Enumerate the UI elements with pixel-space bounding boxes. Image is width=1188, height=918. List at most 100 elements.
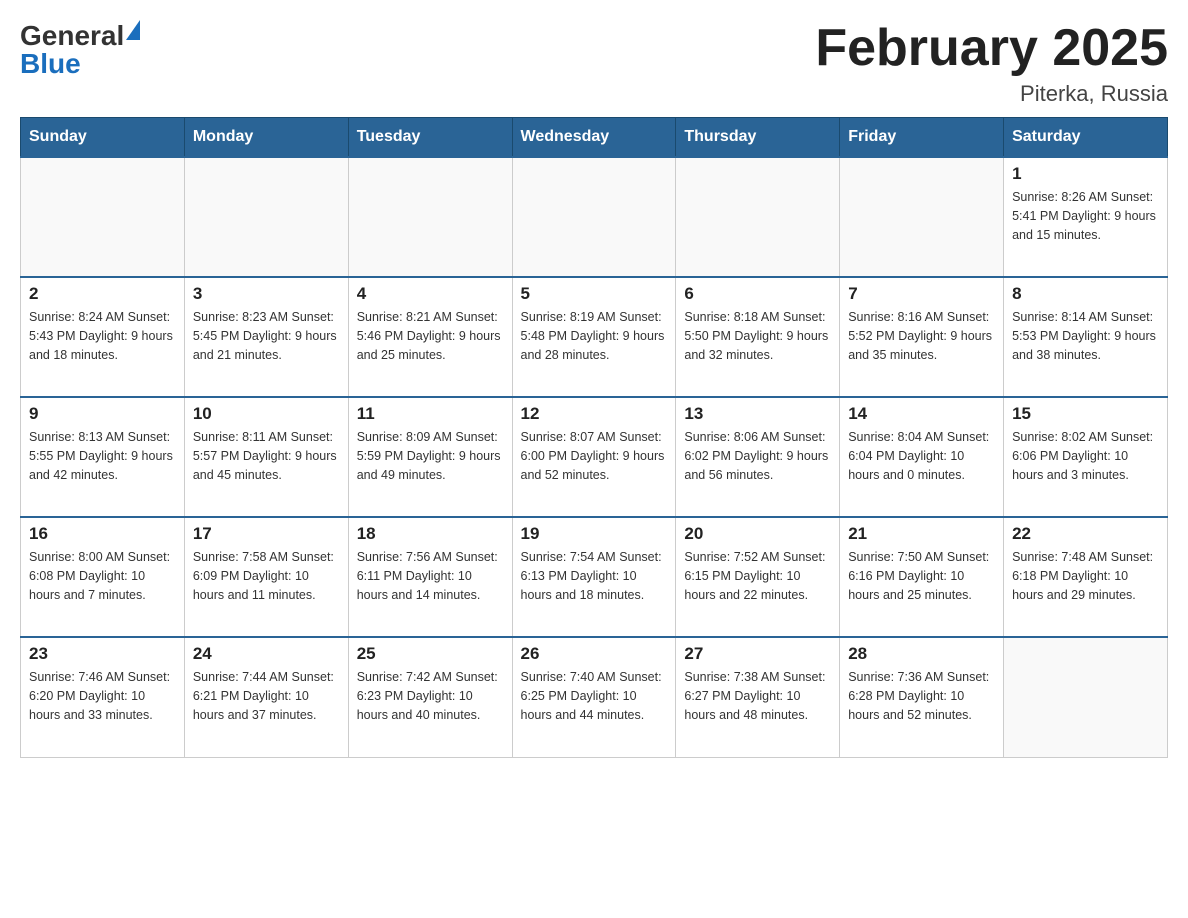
day-info: Sunrise: 8:14 AM Sunset: 5:53 PM Dayligh… (1012, 308, 1159, 364)
day-number: 3 (193, 284, 340, 304)
calendar-body: 1 Sunrise: 8:26 AM Sunset: 5:41 PM Daylig… (21, 157, 1168, 757)
calendar-cell: 28 Sunrise: 7:36 AM Sunset: 6:28 PM Dayli… (840, 637, 1004, 757)
day-info: Sunrise: 7:42 AM Sunset: 6:23 PM Dayligh… (357, 668, 504, 724)
calendar-cell: 12 Sunrise: 8:07 AM Sunset: 6:00 PM Dayli… (512, 397, 676, 517)
day-number: 11 (357, 404, 504, 424)
calendar-cell: 6Sunrise: 8:18 AM Sunset: 5:50 PM Daylig… (676, 277, 840, 397)
weekday-header-row: SundayMondayTuesdayWednesdayThursdayFrid… (21, 118, 1168, 158)
logo-blue-text: Blue (20, 48, 81, 80)
day-info: Sunrise: 8:09 AM Sunset: 5:59 PM Dayligh… (357, 428, 504, 484)
calendar-cell (840, 157, 1004, 277)
day-number: 22 (1012, 524, 1159, 544)
calendar-cell: 10 Sunrise: 8:11 AM Sunset: 5:57 PM Dayli… (184, 397, 348, 517)
day-number: 7 (848, 284, 995, 304)
day-number: 1 (1012, 164, 1159, 184)
calendar-cell: 5Sunrise: 8:19 AM Sunset: 5:48 PM Daylig… (512, 277, 676, 397)
day-number: 24 (193, 644, 340, 664)
day-number: 19 (521, 524, 668, 544)
calendar-cell (348, 157, 512, 277)
day-info: Sunrise: 8:00 AM Sunset: 6:08 PM Dayligh… (29, 548, 176, 604)
calendar-header: SundayMondayTuesdayWednesdayThursdayFrid… (21, 118, 1168, 158)
month-title: February 2025 (815, 20, 1168, 77)
day-number: 26 (521, 644, 668, 664)
calendar-cell: 13 Sunrise: 8:06 AM Sunset: 6:02 PM Dayli… (676, 397, 840, 517)
calendar-cell (21, 157, 185, 277)
calendar-cell: 23Sunrise: 7:46 AM Sunset: 6:20 PM Dayli… (21, 637, 185, 757)
day-number: 12 (521, 404, 668, 424)
weekday-header-friday: Friday (840, 118, 1004, 158)
calendar-cell: 17 Sunrise: 7:58 AM Sunset: 6:09 PM Dayli… (184, 517, 348, 637)
calendar-cell: 8 Sunrise: 8:14 AM Sunset: 5:53 PM Daylig… (1004, 277, 1168, 397)
title-section: February 2025 Piterka, Russia (815, 20, 1168, 107)
day-info: Sunrise: 8:18 AM Sunset: 5:50 PM Dayligh… (684, 308, 831, 364)
calendar-week-4: 16 Sunrise: 8:00 AM Sunset: 6:08 PM Dayli… (21, 517, 1168, 637)
calendar-week-2: 2 Sunrise: 8:24 AM Sunset: 5:43 PM Daylig… (21, 277, 1168, 397)
day-number: 5 (521, 284, 668, 304)
weekday-header-saturday: Saturday (1004, 118, 1168, 158)
calendar-cell: 27 Sunrise: 7:38 AM Sunset: 6:27 PM Dayli… (676, 637, 840, 757)
day-number: 20 (684, 524, 831, 544)
day-info: Sunrise: 7:56 AM Sunset: 6:11 PM Dayligh… (357, 548, 504, 604)
day-number: 16 (29, 524, 176, 544)
day-info: Sunrise: 7:36 AM Sunset: 6:28 PM Dayligh… (848, 668, 995, 724)
day-info: Sunrise: 8:24 AM Sunset: 5:43 PM Dayligh… (29, 308, 176, 364)
logo-triangle-icon (126, 20, 140, 40)
calendar-cell: 16 Sunrise: 8:00 AM Sunset: 6:08 PM Dayli… (21, 517, 185, 637)
day-number: 14 (848, 404, 995, 424)
day-number: 28 (848, 644, 995, 664)
day-info: Sunrise: 7:58 AM Sunset: 6:09 PM Dayligh… (193, 548, 340, 604)
logo: General Blue (20, 20, 140, 80)
day-info: Sunrise: 8:23 AM Sunset: 5:45 PM Dayligh… (193, 308, 340, 364)
calendar-table: SundayMondayTuesdayWednesdayThursdayFrid… (20, 117, 1168, 758)
day-number: 13 (684, 404, 831, 424)
day-info: Sunrise: 8:06 AM Sunset: 6:02 PM Dayligh… (684, 428, 831, 484)
calendar-cell: 11 Sunrise: 8:09 AM Sunset: 5:59 PM Dayli… (348, 397, 512, 517)
location-text: Piterka, Russia (815, 81, 1168, 107)
day-number: 21 (848, 524, 995, 544)
calendar-cell: 3 Sunrise: 8:23 AM Sunset: 5:45 PM Daylig… (184, 277, 348, 397)
calendar-cell (1004, 637, 1168, 757)
day-info: Sunrise: 7:52 AM Sunset: 6:15 PM Dayligh… (684, 548, 831, 604)
day-number: 10 (193, 404, 340, 424)
calendar-cell: 9Sunrise: 8:13 AM Sunset: 5:55 PM Daylig… (21, 397, 185, 517)
day-info: Sunrise: 8:21 AM Sunset: 5:46 PM Dayligh… (357, 308, 504, 364)
page-header: General Blue February 2025 Piterka, Russ… (20, 20, 1168, 107)
calendar-cell: 24Sunrise: 7:44 AM Sunset: 6:21 PM Dayli… (184, 637, 348, 757)
calendar-cell (512, 157, 676, 277)
calendar-cell: 19 Sunrise: 7:54 AM Sunset: 6:13 PM Dayli… (512, 517, 676, 637)
day-info: Sunrise: 7:40 AM Sunset: 6:25 PM Dayligh… (521, 668, 668, 724)
calendar-cell: 21Sunrise: 7:50 AM Sunset: 6:16 PM Dayli… (840, 517, 1004, 637)
calendar-cell: 1 Sunrise: 8:26 AM Sunset: 5:41 PM Daylig… (1004, 157, 1168, 277)
day-number: 8 (1012, 284, 1159, 304)
weekday-header-tuesday: Tuesday (348, 118, 512, 158)
calendar-cell: 7 Sunrise: 8:16 AM Sunset: 5:52 PM Daylig… (840, 277, 1004, 397)
calendar-cell: 25Sunrise: 7:42 AM Sunset: 6:23 PM Dayli… (348, 637, 512, 757)
calendar-cell: 2 Sunrise: 8:24 AM Sunset: 5:43 PM Daylig… (21, 277, 185, 397)
day-info: Sunrise: 7:38 AM Sunset: 6:27 PM Dayligh… (684, 668, 831, 724)
day-info: Sunrise: 8:07 AM Sunset: 6:00 PM Dayligh… (521, 428, 668, 484)
day-number: 27 (684, 644, 831, 664)
weekday-header-wednesday: Wednesday (512, 118, 676, 158)
day-number: 2 (29, 284, 176, 304)
weekday-header-monday: Monday (184, 118, 348, 158)
calendar-week-3: 9Sunrise: 8:13 AM Sunset: 5:55 PM Daylig… (21, 397, 1168, 517)
day-info: Sunrise: 7:54 AM Sunset: 6:13 PM Dayligh… (521, 548, 668, 604)
calendar-cell (676, 157, 840, 277)
day-info: Sunrise: 8:16 AM Sunset: 5:52 PM Dayligh… (848, 308, 995, 364)
calendar-cell: 22 Sunrise: 7:48 AM Sunset: 6:18 PM Dayli… (1004, 517, 1168, 637)
day-number: 15 (1012, 404, 1159, 424)
weekday-header-thursday: Thursday (676, 118, 840, 158)
calendar-cell: 18 Sunrise: 7:56 AM Sunset: 6:11 PM Dayli… (348, 517, 512, 637)
day-number: 18 (357, 524, 504, 544)
day-info: Sunrise: 8:26 AM Sunset: 5:41 PM Dayligh… (1012, 188, 1159, 244)
calendar-cell: 4Sunrise: 8:21 AM Sunset: 5:46 PM Daylig… (348, 277, 512, 397)
calendar-cell (184, 157, 348, 277)
day-number: 23 (29, 644, 176, 664)
day-info: Sunrise: 8:04 AM Sunset: 6:04 PM Dayligh… (848, 428, 995, 484)
calendar-week-5: 23Sunrise: 7:46 AM Sunset: 6:20 PM Dayli… (21, 637, 1168, 757)
calendar-week-1: 1 Sunrise: 8:26 AM Sunset: 5:41 PM Daylig… (21, 157, 1168, 277)
day-info: Sunrise: 8:11 AM Sunset: 5:57 PM Dayligh… (193, 428, 340, 484)
day-number: 17 (193, 524, 340, 544)
day-info: Sunrise: 7:48 AM Sunset: 6:18 PM Dayligh… (1012, 548, 1159, 604)
day-number: 9 (29, 404, 176, 424)
